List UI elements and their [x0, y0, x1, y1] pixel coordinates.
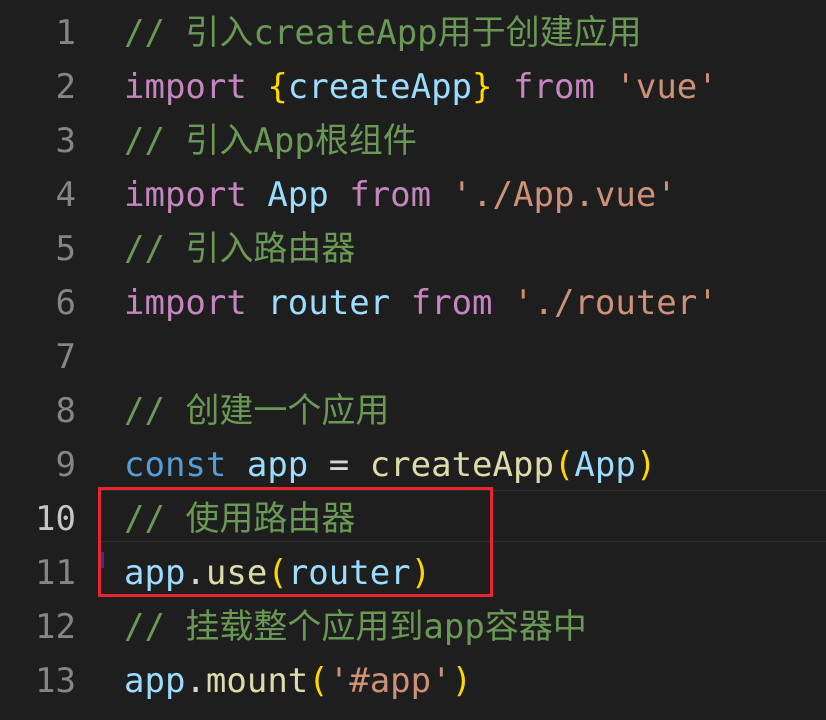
code-line[interactable]: 4 import App from './App.vue': [0, 168, 826, 222]
line-number: 12: [35, 607, 76, 647]
code-token: import: [124, 283, 247, 323]
code-line[interactable]: 2 import {createApp} from 'vue': [0, 60, 826, 114]
code-token: mount: [205, 661, 309, 701]
code-token: createApp: [369, 445, 554, 485]
code-token: createApp: [287, 67, 473, 107]
code-line[interactable]: 1 // 引入createApp用于创建应用: [0, 6, 826, 60]
code-token: './router': [513, 283, 718, 323]
code-token: const: [124, 445, 227, 485]
code-token: =: [308, 445, 370, 485]
code-line[interactable]: 12 // 挂载整个应用到app容器中: [0, 600, 826, 654]
line-number: 11: [35, 553, 76, 593]
code-editor[interactable]: 1// 引入createApp用于创建应用 2 import {createApp}…: [0, 0, 826, 720]
code-token: import: [124, 175, 247, 215]
code-line[interactable]: 3 // 引入App根组件: [0, 114, 826, 168]
code-token: '#app': [328, 661, 452, 701]
line-content[interactable]: // 引入createApp用于创建应用: [124, 6, 642, 60]
line-number: 7: [55, 337, 76, 377]
line-number: 10: [35, 499, 76, 539]
line-content[interactable]: import App from './App.vue': [124, 168, 677, 222]
code-line[interactable]: 6 import router from './router': [0, 276, 826, 330]
code-token: from: [410, 283, 493, 323]
line-content[interactable]: // 创建一个应用: [124, 384, 389, 438]
line-number: 8: [55, 391, 76, 431]
line-content[interactable]: import {createApp} from 'vue': [124, 60, 718, 114]
code-token: // 引入App根组件: [124, 121, 417, 161]
code-token: import: [124, 67, 247, 107]
code-token: (: [553, 445, 575, 485]
code-token: // 引入路由器: [124, 229, 356, 269]
code-token: // 引入createApp用于创建应用: [124, 13, 642, 53]
code-line[interactable]: 8 // 创建一个应用: [0, 384, 826, 438]
line-content[interactable]: // 挂载整个应用到app容器中: [124, 600, 587, 654]
code-token: // 创建一个应用: [124, 391, 390, 431]
code-token: app: [124, 661, 186, 701]
line-content[interactable]: // 引入App根组件: [124, 114, 417, 168]
code-line[interactable]: 7: [0, 330, 826, 384]
line-number: 13: [35, 661, 76, 701]
code-token: // 挂载整个应用到app容器中: [124, 607, 587, 647]
code-token: App: [574, 445, 636, 485]
line-content[interactable]: // 引入路由器: [124, 222, 355, 276]
code-token: from: [513, 67, 595, 107]
code-line[interactable]: 9 const app = createApp(App): [0, 438, 826, 492]
line-number: 9: [55, 445, 76, 485]
code-token: App: [267, 175, 329, 215]
code-token: (: [308, 661, 329, 701]
code-token: ): [635, 445, 657, 485]
line-number: 5: [55, 229, 76, 269]
line-number: 1: [55, 13, 76, 53]
code-line[interactable]: 13 app.mount('#app'): [0, 654, 826, 708]
line-number: 3: [55, 121, 76, 161]
line-number: 2: [55, 67, 76, 107]
line-content[interactable]: import router from './router': [124, 276, 718, 330]
code-token: {: [267, 67, 288, 107]
code-token: }: [472, 67, 493, 107]
annotation-highlight-box: [98, 487, 493, 597]
line-number: 4: [55, 175, 76, 215]
code-token: './App.vue': [451, 175, 677, 215]
line-content[interactable]: app.mount('#app'): [124, 654, 472, 708]
code-line[interactable]: 5 // 引入路由器: [0, 222, 826, 276]
code-token: ): [451, 661, 473, 701]
code-token: router: [267, 283, 391, 323]
code-token: .: [185, 661, 206, 701]
code-token: from: [349, 175, 432, 215]
code-token: 'vue': [615, 67, 718, 107]
line-content[interactable]: const app = createApp(App): [124, 438, 656, 492]
line-number: 6: [55, 283, 76, 323]
code-token: app: [246, 445, 309, 485]
